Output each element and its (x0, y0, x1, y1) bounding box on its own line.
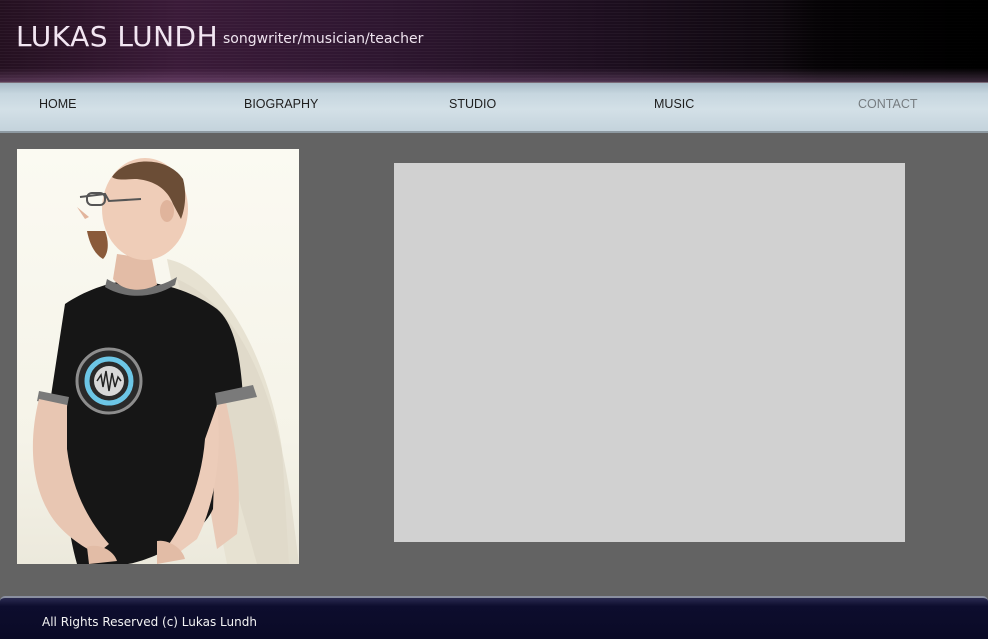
site-title[interactable]: LUKAS LUNDH (16, 20, 218, 53)
nav-item-biography[interactable]: BIOGRAPHY (244, 97, 318, 111)
site-tagline: songwriter/musician/teacher (223, 31, 424, 47)
nav-item-home[interactable]: HOME (39, 97, 77, 111)
artist-photo (17, 149, 299, 564)
site-footer: All Rights Reserved (c) Lukas Lundh (0, 596, 988, 639)
nav-item-contact[interactable]: CONTACT (858, 97, 918, 111)
artist-photo-illustration (32, 158, 299, 564)
main-nav: HOME BIOGRAPHY STUDIO MUSIC CONTACT (0, 83, 988, 133)
nav-item-music[interactable]: MUSIC (654, 97, 694, 111)
copyright-text: All Rights Reserved (c) Lukas Lundh (42, 615, 257, 629)
site-header: LUKAS LUNDH songwriter/musician/teacher (0, 0, 988, 83)
nav-item-studio[interactable]: STUDIO (449, 97, 496, 111)
media-placeholder (394, 163, 905, 542)
page: LUKAS LUNDH songwriter/musician/teacher … (0, 0, 988, 639)
header-decoration (780, 0, 988, 82)
